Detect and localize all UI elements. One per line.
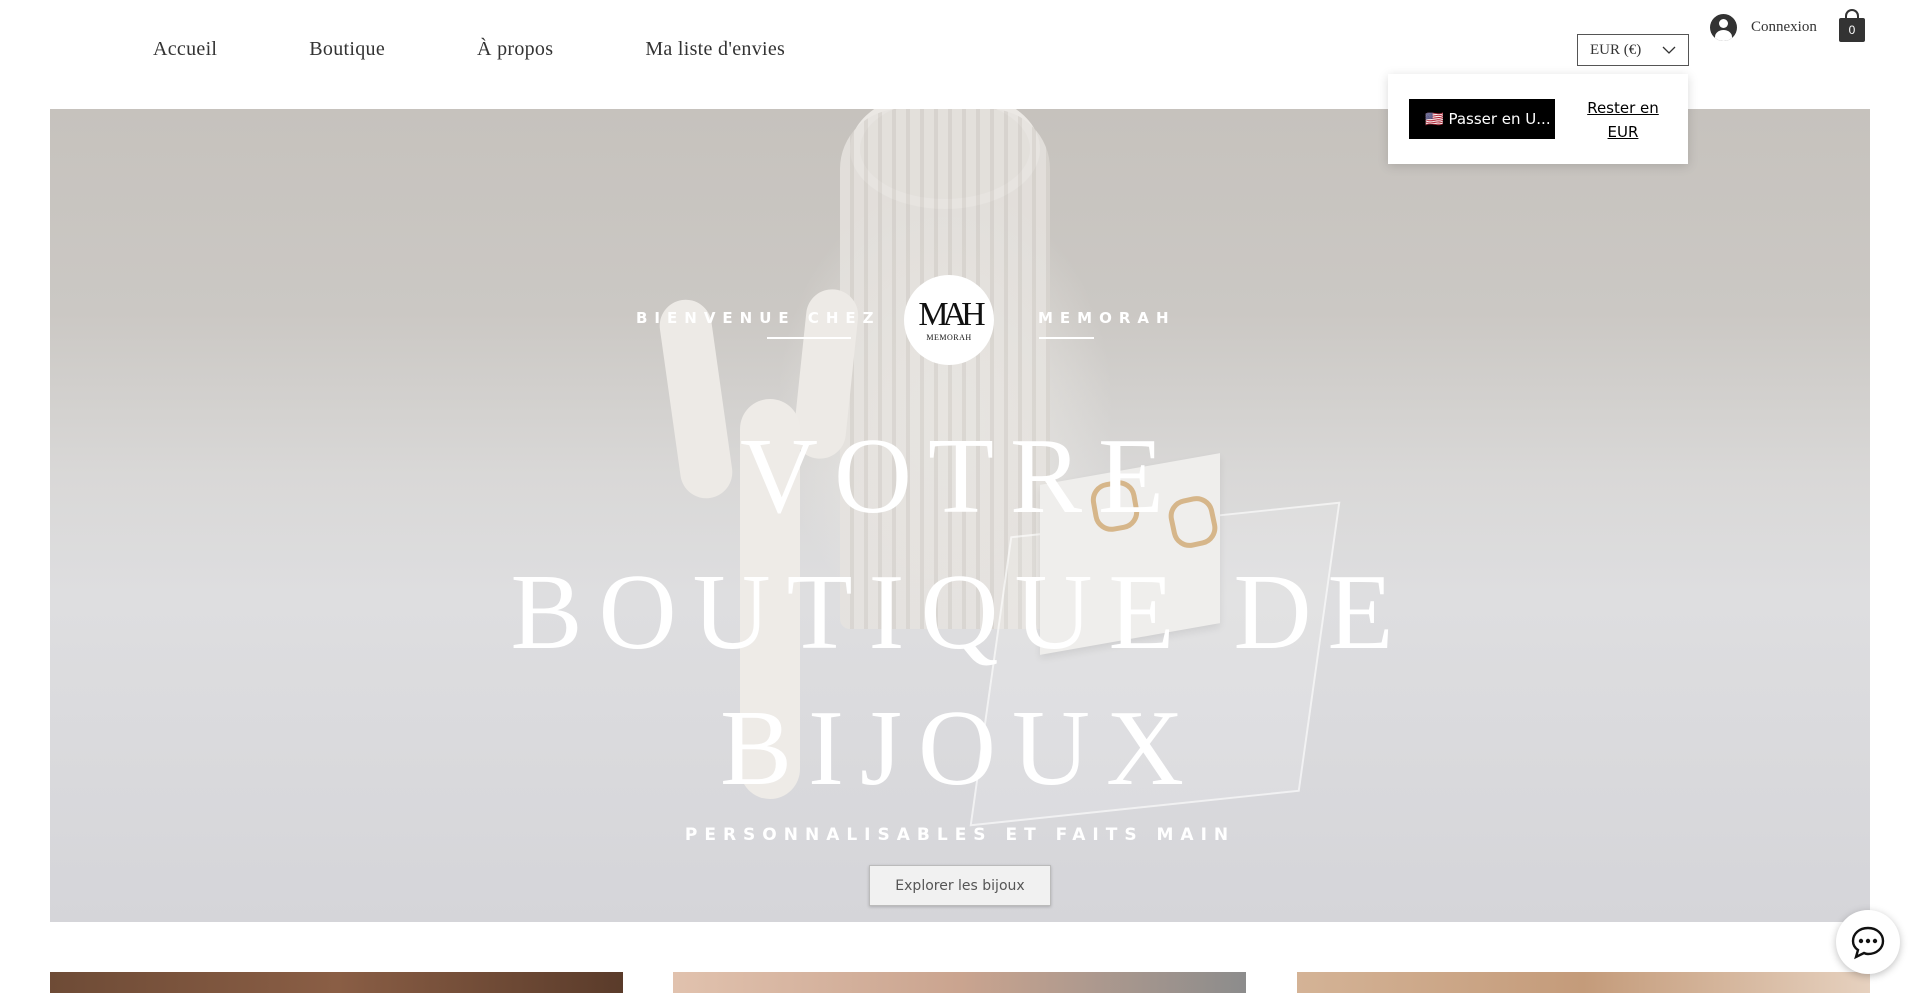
nav-item-a-propos[interactable]: À propos [477,38,553,61]
chat-bubble-icon [1851,926,1885,960]
hero-banner: BIENVENUE CHEZ MAH MEMORAH MEMORAH VOTRE… [50,109,1870,922]
stay-currency-link[interactable]: Rester en EUR [1573,96,1673,144]
brand-logo: MAH MEMORAH [904,275,994,365]
user-avatar-icon [1710,14,1737,41]
cart-button[interactable]: 0 [1839,9,1865,43]
product-thumbnail[interactable] [1297,972,1870,993]
nav-item-accueil[interactable]: Accueil [153,38,217,61]
product-thumbnail[interactable] [50,972,623,993]
hero-title-line: BIJOUX [719,689,1200,808]
nav-item-boutique[interactable]: Boutique [309,38,385,61]
logo-mark: MAH [918,295,985,333]
brand-name-text: MEMORAH [1038,309,1176,327]
currency-selector[interactable]: EUR (€) [1577,34,1689,66]
currency-popup: 🇺🇸 Passer en U... Rester en EUR [1388,74,1688,164]
hero-content: BIENVENUE CHEZ MAH MEMORAH MEMORAH VOTRE… [50,109,1870,922]
login-button[interactable]: Connexion [1710,14,1817,41]
login-label: Connexion [1751,19,1817,35]
hero-title-line: VOTRE [740,417,1180,536]
welcome-text: BIENVENUE CHEZ [636,309,881,327]
explore-jewelry-button[interactable]: Explorer les bijoux [869,865,1051,906]
currency-label: EUR (€) [1590,41,1642,58]
hero-title: VOTRE BOUTIQUE DE BIJOUX [350,409,1570,817]
hero-tagline: PERSONNALISABLES ET FAITS MAIN [684,825,1236,845]
nav-item-wishlist[interactable]: Ma liste d'envies [645,38,785,61]
divider-line [767,337,851,339]
chat-button[interactable] [1836,910,1900,974]
main-nav: Accueil Boutique À propos Ma liste d'env… [153,38,877,61]
divider-line [1039,337,1094,339]
cart-count: 0 [1848,23,1856,37]
logo-name: MEMORAH [926,332,972,342]
hero-title-line: BOUTIQUE DE [510,553,1410,672]
chevron-down-icon [1662,46,1676,54]
product-thumbnail[interactable] [673,972,1246,993]
switch-currency-button[interactable]: 🇺🇸 Passer en U... [1409,99,1555,139]
